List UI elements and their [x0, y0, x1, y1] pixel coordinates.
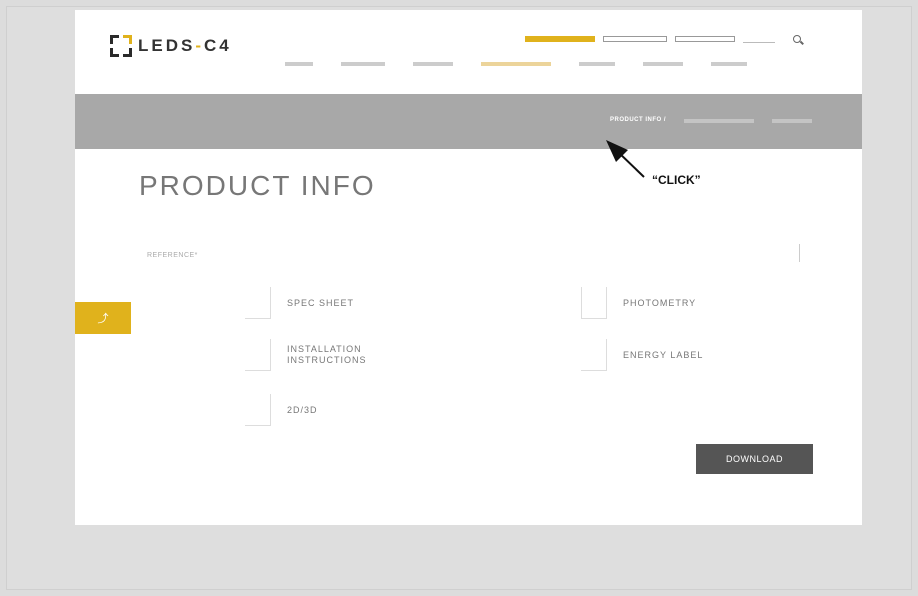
installation-checkbox[interactable] [245, 339, 271, 371]
nav-item-tools[interactable] [579, 62, 615, 66]
breadcrumb: PRODUCT INFO / [610, 117, 812, 123]
language-selector[interactable] [743, 34, 775, 43]
2d-3d-label: 2D/3D [287, 404, 318, 415]
2d-3d-checkbox[interactable] [245, 394, 271, 426]
installation-label-line1: INSTALLATION [287, 344, 362, 354]
subheader-bar: PRODUCT INFO / [75, 94, 862, 149]
reference-label: REFERENCE* [147, 252, 198, 259]
nav-item-contact[interactable] [711, 62, 747, 66]
main-nav [285, 62, 747, 66]
logo-text: LEDS-C4 [138, 36, 232, 56]
breadcrumb-item-3[interactable] [772, 119, 812, 123]
energy-label-checkbox[interactable] [581, 339, 607, 371]
installation-label-line2: INSTRUCTIONS [287, 355, 367, 365]
option-2d-3d[interactable]: 2D/3D [245, 394, 318, 426]
logo[interactable]: LEDS-C4 [110, 35, 232, 57]
share-tab[interactable]: ⤴ [75, 302, 131, 334]
click-annotation: “CLICK” [652, 173, 701, 187]
nav-item-projects[interactable] [413, 62, 453, 66]
energy-label-label: ENERGY LABEL [623, 349, 704, 360]
photometry-checkbox[interactable] [581, 287, 607, 319]
download-button[interactable]: DOWNLOAD [696, 444, 813, 474]
option-spec-sheet[interactable]: SPEC SHEET [245, 287, 354, 319]
search-icon[interactable] [793, 34, 801, 43]
breadcrumb-current[interactable]: PRODUCT INFO / [610, 117, 666, 123]
photometry-label: PHOTOMETRY [623, 297, 697, 308]
breadcrumb-item-2[interactable] [684, 119, 754, 123]
spec-sheet-checkbox[interactable] [245, 287, 271, 319]
nav-item-products[interactable] [341, 62, 385, 66]
option-photometry[interactable]: PHOTOMETRY [581, 287, 696, 319]
share-icon: ⤴ [97, 313, 109, 325]
option-installation-instructions[interactable]: INSTALLATION INSTRUCTIONS [245, 339, 367, 371]
logo-mark-icon [110, 35, 132, 57]
nav-item-home[interactable] [285, 62, 313, 66]
top-yellow-button[interactable] [525, 35, 595, 42]
installation-label: INSTALLATION INSTRUCTIONS [287, 344, 367, 366]
top-link-button-1[interactable] [603, 35, 667, 42]
spec-sheet-label: SPEC SHEET [287, 297, 355, 308]
reference-field[interactable]: REFERENCE* [147, 244, 800, 262]
logo-text-sep: - [195, 36, 205, 55]
top-links [525, 34, 801, 43]
nav-item-company[interactable] [643, 62, 683, 66]
page-title: PRODUCT INFO [139, 170, 376, 201]
logo-text-tail: C4 [204, 36, 232, 55]
option-energy-label[interactable]: ENERGY LABEL [581, 339, 703, 371]
logo-text-main: LEDS [138, 36, 196, 55]
website: LEDS-C4 PRODUCT INFO / PRODUCT INFO REFE… [75, 10, 862, 525]
top-link-button-2[interactable] [675, 35, 735, 42]
nav-item-active[interactable] [481, 62, 551, 66]
